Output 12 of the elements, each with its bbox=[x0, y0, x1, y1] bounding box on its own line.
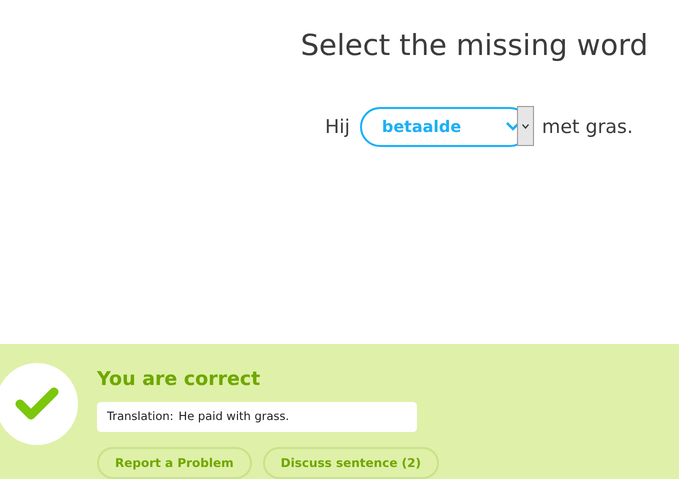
result-heading: You are correct bbox=[97, 367, 262, 391]
exercise-title: Select the missing word bbox=[300, 27, 648, 63]
sentence-text: Hij bbox=[325, 114, 350, 140]
translation-text: He paid with grass. bbox=[178, 408, 290, 426]
feedback-button[interactable]: Report a Problem bbox=[97, 447, 252, 479]
caret-icon bbox=[522, 124, 529, 128]
chevron-icon bbox=[506, 121, 520, 131]
dropdown-arrow-button[interactable] bbox=[516, 106, 534, 146]
sentence-text: met gras. bbox=[542, 114, 633, 140]
feedback-button[interactable]: Discuss sentence (2) bbox=[262, 447, 439, 479]
translation-label: Translation: bbox=[107, 408, 174, 426]
check-icon bbox=[15, 387, 59, 421]
